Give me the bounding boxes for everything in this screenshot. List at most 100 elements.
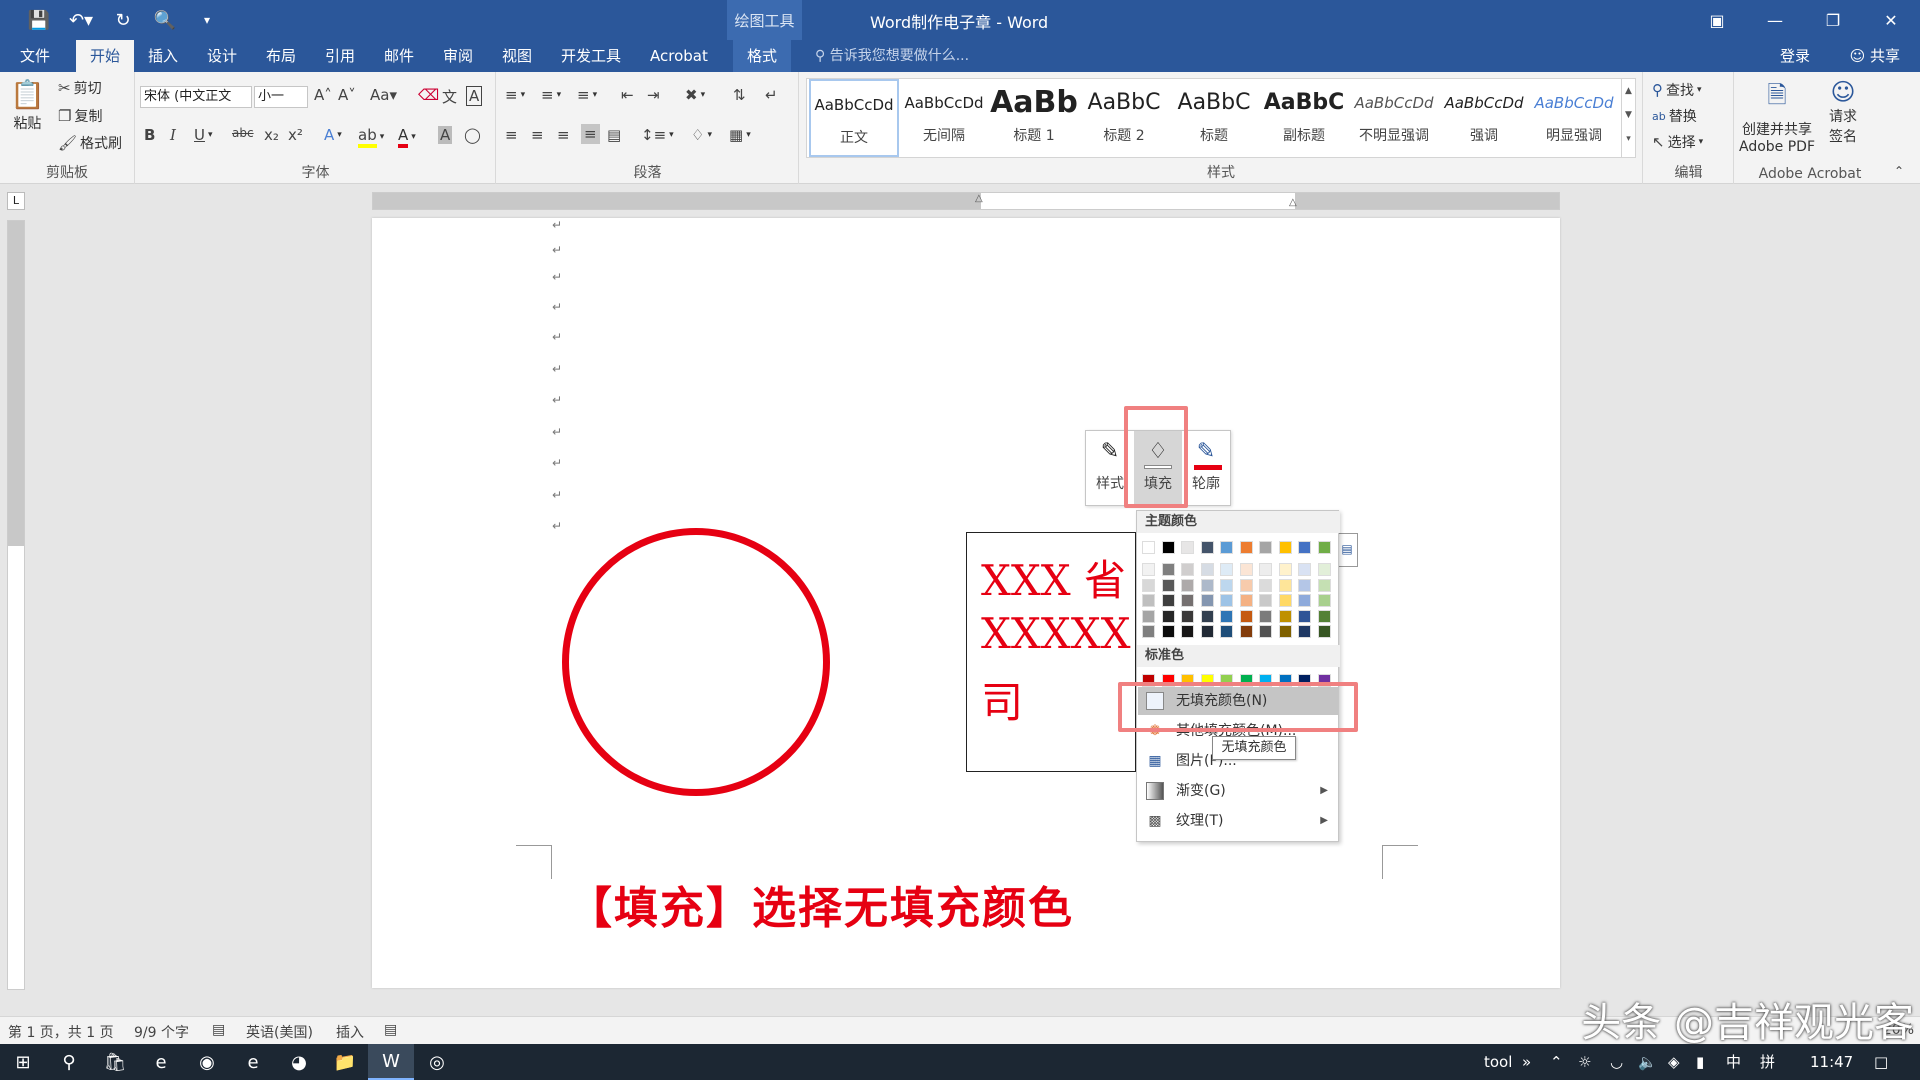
- theme-color-swatch[interactable]: [1278, 541, 1292, 554]
- theme-shade-swatch[interactable]: [1142, 563, 1155, 576]
- change-case-icon[interactable]: Aa▾: [370, 86, 397, 104]
- toolbar-overflow-icon[interactable]: »: [1522, 1044, 1531, 1080]
- page-count[interactable]: 第 1 页，共 1 页: [8, 1022, 114, 1042]
- gallery-expand-icon[interactable]: ▾: [1622, 127, 1635, 151]
- shape-outline-button[interactable]: ✎ 轮廓: [1182, 431, 1230, 507]
- theme-color-swatch[interactable]: [1317, 541, 1331, 554]
- borders-icon[interactable]: ▦ ▾: [729, 126, 751, 144]
- style-intense-emphasis[interactable]: AaBbCcDd 明显强调: [1529, 79, 1619, 157]
- theme-shade-swatch[interactable]: [1317, 594, 1331, 607]
- theme-shade-swatch[interactable]: [1200, 594, 1214, 607]
- tab-stop-selector[interactable]: L: [7, 192, 25, 210]
- theme-shade-swatch[interactable]: [1220, 594, 1233, 607]
- char-border-icon[interactable]: A: [466, 86, 483, 106]
- theme-shade-swatch[interactable]: [1239, 563, 1253, 576]
- copy-button[interactable]: ❐ 复制: [58, 106, 102, 126]
- search-icon[interactable]: ⚲: [46, 1044, 92, 1080]
- indent-marker-icon[interactable]: △: [975, 193, 983, 204]
- tab-file[interactable]: 文件: [6, 40, 64, 72]
- theme-shade-swatch[interactable]: [1220, 609, 1233, 623]
- firefox-icon[interactable]: ◕: [276, 1044, 322, 1080]
- theme-shade-swatch[interactable]: [1200, 609, 1214, 623]
- align-left-icon[interactable]: ≡: [505, 126, 518, 144]
- theme-shade-swatch[interactable]: [1239, 594, 1253, 607]
- tab-format[interactable]: 格式: [733, 40, 792, 72]
- font-name-select[interactable]: 宋体 (中文正文: [140, 86, 252, 108]
- ribbon-display-icon[interactable]: ▣: [1688, 0, 1746, 40]
- underline-icon[interactable]: U ▾: [194, 126, 213, 144]
- char-shading-icon[interactable]: A: [438, 126, 453, 144]
- text-effects-icon[interactable]: A ▾: [324, 126, 342, 144]
- theme-color-swatch[interactable]: [1142, 541, 1155, 554]
- shading-icon[interactable]: ♢ ▾: [691, 126, 712, 144]
- style-subtle-emphasis[interactable]: AaBbCcDd 不明显强调: [1349, 79, 1439, 157]
- theme-shade-swatch[interactable]: [1142, 609, 1155, 623]
- gradient-fill-option[interactable]: 渐变(G) ▶: [1138, 777, 1338, 805]
- macro-icon[interactable]: ▤: [384, 1022, 397, 1038]
- theme-shade-swatch[interactable]: [1259, 563, 1272, 576]
- distributed-icon[interactable]: ▤: [607, 126, 621, 144]
- wechat-icon[interactable]: ☼: [1578, 1044, 1591, 1080]
- file-explorer-icon[interactable]: 📁: [322, 1044, 368, 1080]
- asian-layout-icon[interactable]: ✖ ▾: [685, 86, 705, 104]
- style-title[interactable]: AaBbC 标题: [1169, 79, 1259, 157]
- theme-shade-swatch[interactable]: [1200, 578, 1214, 592]
- theme-shade-swatch[interactable]: [1239, 609, 1253, 623]
- show-marks-icon[interactable]: ↵: [765, 86, 778, 104]
- right-indent-marker-icon[interactable]: △: [1289, 197, 1297, 208]
- close-button[interactable]: ✕: [1862, 0, 1920, 40]
- tab-insert[interactable]: 插入: [134, 40, 192, 72]
- theme-shade-swatch[interactable]: [1259, 594, 1272, 607]
- app-icon[interactable]: ◎: [414, 1044, 460, 1080]
- theme-shade-swatch[interactable]: [1239, 625, 1253, 638]
- theme-color-swatch[interactable]: [1181, 541, 1194, 554]
- chevron-down-icon[interactable]: ▼: [1622, 103, 1635, 127]
- theme-shade-swatch[interactable]: [1298, 578, 1311, 592]
- theme-shade-swatch[interactable]: [1298, 625, 1311, 638]
- restore-button[interactable]: ❐: [1804, 0, 1862, 40]
- share-button[interactable]: ☺ 共享: [1850, 40, 1900, 72]
- login-link[interactable]: 登录: [1780, 40, 1810, 72]
- redo-icon[interactable]: ↻: [104, 2, 142, 38]
- tab-developer[interactable]: 开发工具: [547, 40, 635, 72]
- theme-shade-swatch[interactable]: [1278, 578, 1292, 592]
- language-indicator[interactable]: 英语(美国): [246, 1022, 313, 1042]
- align-center-icon[interactable]: ≡: [531, 126, 544, 144]
- increase-indent-icon[interactable]: ⇥: [647, 86, 660, 104]
- multilevel-list-icon[interactable]: ≡ ▾: [577, 86, 597, 104]
- undo-icon[interactable]: ↶▾: [62, 2, 100, 38]
- theme-shade-swatch[interactable]: [1161, 625, 1175, 638]
- theme-shade-swatch[interactable]: [1142, 578, 1155, 592]
- tool-toolbar[interactable]: tool: [1484, 1044, 1512, 1080]
- tab-mailings[interactable]: 邮件: [370, 40, 428, 72]
- insert-mode[interactable]: 插入: [336, 1022, 364, 1042]
- theme-shade-swatch[interactable]: [1200, 563, 1214, 576]
- texture-fill-option[interactable]: ▩ 纹理(T) ▶: [1138, 807, 1338, 835]
- select-button[interactable]: ↖ 选择 ▾: [1652, 132, 1703, 152]
- paste-button[interactable]: 📋 粘贴: [10, 78, 45, 133]
- save-icon[interactable]: 💾: [20, 2, 58, 38]
- bullets-icon[interactable]: ≡ ▾: [505, 86, 525, 104]
- minimize-button[interactable]: —: [1746, 0, 1804, 40]
- theme-shade-swatch[interactable]: [1181, 609, 1194, 623]
- ime-layout-indicator[interactable]: 拼: [1760, 1044, 1775, 1080]
- theme-shade-swatch[interactable]: [1161, 578, 1175, 592]
- shrink-font-icon[interactable]: A˅: [338, 86, 356, 104]
- theme-shade-swatch[interactable]: [1220, 625, 1233, 638]
- style-subtitle[interactable]: AaBbC 副标题: [1259, 79, 1349, 157]
- seal-circle-shape[interactable]: [562, 528, 830, 796]
- chrome-icon[interactable]: ◉: [184, 1044, 230, 1080]
- style-emphasis[interactable]: AaBbCcDd 强调: [1439, 79, 1529, 157]
- theme-shade-swatch[interactable]: [1317, 578, 1331, 592]
- tell-me-box[interactable]: ⚲ 告诉我您想要做什么...: [815, 40, 969, 72]
- customize-qat-icon[interactable]: ▾: [188, 2, 226, 38]
- theme-color-swatch[interactable]: [1161, 541, 1175, 554]
- superscript-icon[interactable]: x²: [288, 126, 303, 144]
- tab-acrobat[interactable]: Acrobat: [636, 40, 722, 72]
- theme-shade-swatch[interactable]: [1220, 563, 1233, 576]
- theme-shade-swatch[interactable]: [1142, 625, 1155, 638]
- font-color-icon[interactable]: A ▾: [398, 126, 416, 148]
- seal-text-box[interactable]: XXX 省 XXXXX 司: [966, 532, 1136, 772]
- theme-shade-swatch[interactable]: [1317, 625, 1331, 638]
- print-preview-icon[interactable]: 🔍: [146, 2, 184, 38]
